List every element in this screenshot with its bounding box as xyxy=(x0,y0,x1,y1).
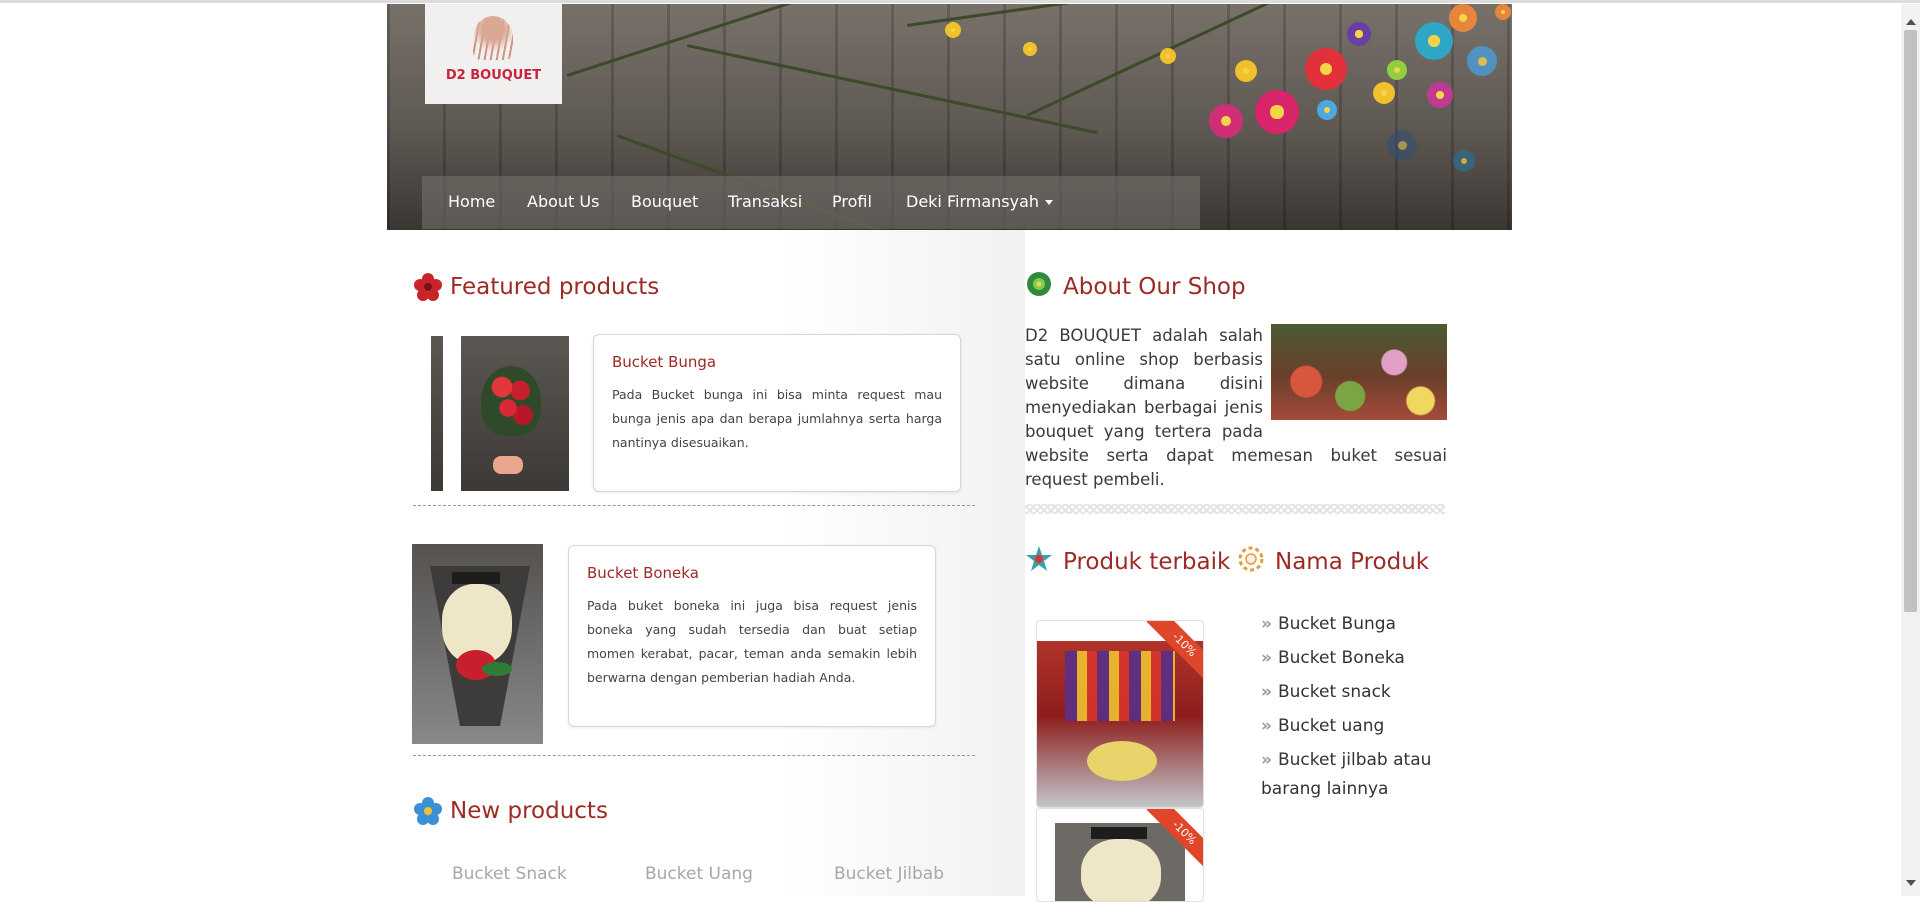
product-list-item[interactable]: » Bucket jilbab atau barang lainnya xyxy=(1261,746,1451,804)
product-list-label: Bucket jilbab atau barang lainnya xyxy=(1261,750,1432,799)
scroll-up-arrow-icon[interactable] xyxy=(1906,19,1916,25)
vine-decoration xyxy=(686,44,1099,135)
flower-decoration xyxy=(1347,22,1371,46)
chevron-down-icon xyxy=(1045,200,1054,205)
nav-user-menu[interactable]: Deki Firmansyah xyxy=(906,192,1054,211)
flower-decoration xyxy=(1449,4,1477,32)
nav-bouquet[interactable]: Bouquet xyxy=(631,192,698,211)
flower-decoration xyxy=(1495,4,1511,20)
new-product-link[interactable]: Bucket Jilbab xyxy=(834,864,944,884)
flower-decoration xyxy=(1255,90,1299,134)
double-chevron-icon: » xyxy=(1261,716,1272,736)
product-name[interactable]: Bucket Boneka xyxy=(587,564,699,582)
flower-green-icon xyxy=(1027,272,1051,296)
new-product-link[interactable]: Bucket Snack xyxy=(452,864,567,884)
nav-about-us[interactable]: About Us xyxy=(527,192,599,211)
scrollbar-thumb[interactable] xyxy=(1904,30,1917,612)
user-menu-label: Deki Firmansyah xyxy=(906,192,1040,211)
product-list-label: Bucket uang xyxy=(1277,716,1385,736)
product-card-bunga: Bucket Bunga Pada Bucket bunga ini bisa … xyxy=(593,334,961,492)
flower-blue-icon xyxy=(414,797,442,825)
main-nav: Home About Us Bouquet Transaksi Profil D… xyxy=(422,176,1200,229)
flower-decoration xyxy=(945,22,961,38)
best-product-card[interactable]: -10% xyxy=(1036,620,1204,808)
vine-decoration xyxy=(906,4,1264,27)
double-chevron-icon: » xyxy=(1261,750,1272,770)
bucket-bunga-image[interactable] xyxy=(431,336,569,491)
product-list-item[interactable]: » Bucket snack xyxy=(1261,678,1451,707)
vertical-scrollbar[interactable] xyxy=(1901,4,1920,896)
product-list-item[interactable]: » Bucket Boneka xyxy=(1261,644,1451,673)
product-card-boneka: Bucket Boneka Pada buket boneka ini juga… xyxy=(568,545,936,727)
product-list-label: Bucket Bunga xyxy=(1277,614,1396,634)
flower-decoration xyxy=(1305,48,1347,90)
star-flower-icon xyxy=(1026,546,1052,571)
product-name[interactable]: Bucket Bunga xyxy=(612,353,716,371)
sun-flower-icon xyxy=(1238,546,1264,572)
best-products-title: Produk terbaik xyxy=(1063,549,1231,575)
product-list-label: Bucket Boneka xyxy=(1277,648,1405,668)
flower-decoration xyxy=(1415,22,1453,60)
nav-home[interactable]: Home xyxy=(448,192,495,211)
header-banner: D2 BOUQUET Home About Us Bouquet Transak… xyxy=(387,4,1512,230)
flower-decoration xyxy=(1467,46,1497,76)
product-list-item[interactable]: » Bucket uang xyxy=(1261,712,1451,741)
float-spacer xyxy=(1263,324,1447,424)
logo-flower-image xyxy=(473,16,513,60)
flower-decoration xyxy=(1317,100,1337,120)
zigzag-divider xyxy=(1025,504,1445,514)
vine-decoration xyxy=(566,4,929,77)
flower-decoration xyxy=(1160,48,1176,64)
best-product-card[interactable]: -10% xyxy=(1036,808,1204,902)
nav-profil[interactable]: Profil xyxy=(832,192,872,211)
logo-text: D2 BOUQUET xyxy=(445,68,542,83)
flower-decoration xyxy=(1427,82,1453,108)
double-chevron-icon: » xyxy=(1261,648,1272,668)
product-list-item[interactable]: » Bucket Bunga xyxy=(1261,610,1451,639)
flower-decoration xyxy=(1387,130,1417,160)
flower-decoration xyxy=(1209,104,1243,138)
flower-decoration xyxy=(1373,82,1395,104)
scroll-down-arrow-icon[interactable] xyxy=(1906,880,1916,886)
browser-top-border xyxy=(0,0,1920,3)
divider xyxy=(413,505,975,506)
flower-decoration xyxy=(1453,150,1475,172)
bucket-boneka-image[interactable] xyxy=(412,544,543,744)
left-column: Featured products Bucket Bunga Pada Buck… xyxy=(387,230,1025,896)
new-product-link[interactable]: Bucket Uang xyxy=(645,864,753,884)
product-names-title: Nama Produk xyxy=(1275,549,1430,575)
flower-red-icon xyxy=(414,273,442,301)
double-chevron-icon: » xyxy=(1261,682,1272,702)
page-container: D2 BOUQUET Home About Us Bouquet Transak… xyxy=(387,4,1512,902)
double-chevron-icon: » xyxy=(1261,614,1272,634)
product-description: Pada buket boneka ini juga bisa request … xyxy=(587,598,917,685)
new-products-title: New products xyxy=(450,798,608,824)
about-title: About Our Shop xyxy=(1063,274,1246,300)
flower-decoration xyxy=(1387,60,1407,80)
flower-decoration xyxy=(1023,42,1037,56)
nav-transaksi[interactable]: Transaksi xyxy=(728,192,802,211)
product-list-label: Bucket snack xyxy=(1277,682,1391,702)
flower-decoration xyxy=(1235,60,1257,82)
product-description: Pada Bucket bunga ini bisa minta request… xyxy=(612,387,942,450)
about-text: D2 BOUQUET adalah salah satu online shop… xyxy=(1025,324,1447,492)
site-logo[interactable]: D2 BOUQUET xyxy=(425,4,562,104)
featured-products-title: Featured products xyxy=(450,274,660,300)
divider xyxy=(413,755,975,756)
